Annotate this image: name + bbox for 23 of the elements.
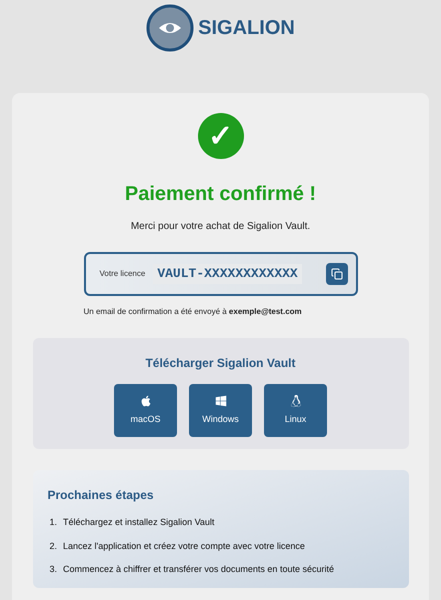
success-title: Paiement confirmé ! — [124, 182, 316, 207]
download-title: Télécharger Sigalion Vault — [145, 355, 296, 372]
linux-icon — [290, 394, 302, 407]
apple-icon — [140, 394, 152, 407]
thanks-message: Merci pour votre achat de Sigalion Vault. — [130, 220, 310, 234]
brand-name: SIGALION — [198, 16, 295, 41]
download-button[interactable]: macOS — [114, 384, 177, 437]
step-number: 2. — [50, 540, 58, 552]
step-text: Téléchargez et installez Sigalion Vault — [63, 516, 214, 529]
download-button[interactable]: Linux — [264, 384, 327, 437]
email-confirmation-text: Un email de confirmation a été envoyé à exemple@test.com — [82, 306, 303, 318]
success-check-icon: ✓ — [198, 113, 244, 159]
download-button[interactable]: Windows — [189, 384, 252, 437]
next-steps-title: Prochaines étapes — [48, 487, 155, 504]
license-label: Votre licence — [100, 268, 146, 280]
step-number: 3. — [50, 563, 58, 576]
eye-logo-icon — [146, 4, 194, 52]
step-text: Commencez à chiffrer et transférer vos documents en toute sécurité — [63, 563, 334, 576]
copy-icon — [330, 268, 342, 280]
windows-icon — [214, 394, 226, 407]
step-text: Lancez l'application et créez votre compte avec votre licence — [63, 540, 305, 553]
copy-button[interactable] — [326, 263, 348, 285]
step-number: 1. — [50, 516, 58, 529]
